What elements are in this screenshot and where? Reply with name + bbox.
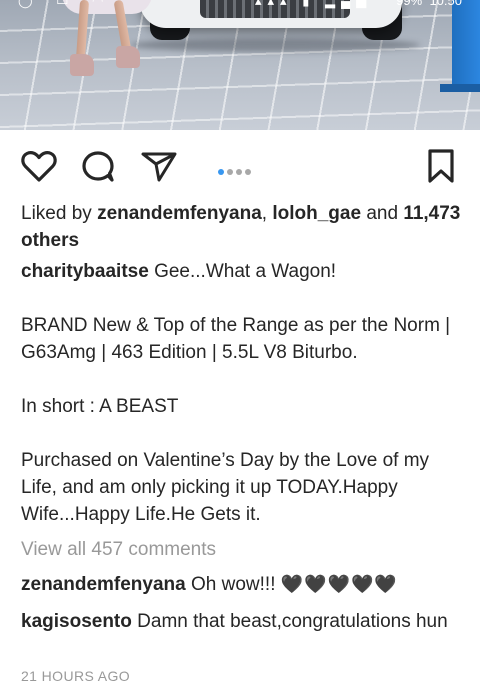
post-caption: charitybaaitse Gee...What a Wagon! BRAND… xyxy=(21,258,461,528)
clock: 10:50 xyxy=(429,0,462,8)
caption-line: In short : A BEAST xyxy=(21,396,179,417)
notification-icons: ◯ ▭ ◠ xyxy=(18,0,114,8)
liker-username[interactable]: zenandemfenyana xyxy=(97,203,262,224)
heart-outline-icon[interactable] xyxy=(19,146,59,186)
bookmark-icon[interactable] xyxy=(421,146,461,186)
carousel-dot xyxy=(245,168,251,175)
post-action-bar xyxy=(0,146,480,186)
black-heart-emoji: 🖤🖤🖤🖤🖤 xyxy=(280,574,398,594)
view-all-comments-link[interactable]: View all 457 comments xyxy=(21,536,461,563)
likes-prefix: Liked by xyxy=(21,203,92,224)
shoe-left xyxy=(70,54,94,76)
blue-pillar xyxy=(452,0,480,90)
paper-plane-icon[interactable] xyxy=(139,146,179,186)
comment-username[interactable]: kagisosento xyxy=(21,611,132,632)
carousel-dot xyxy=(236,168,242,175)
comment-item: kagisosento Damn that beast,congratulati… xyxy=(21,608,461,635)
carousel-indicator xyxy=(218,163,254,175)
signal-icons: ▴▴▴ ▮ ▂▄▆ xyxy=(255,0,373,8)
comment-item: zenandemfenyana Oh wow!!! 🖤🖤🖤🖤🖤 xyxy=(21,571,461,598)
car-shadow xyxy=(130,38,420,52)
shoe-right xyxy=(116,46,140,68)
comment-bubble-icon[interactable] xyxy=(78,146,118,186)
author-username[interactable]: charitybaaitse xyxy=(21,261,149,282)
likes-separator: , xyxy=(261,203,268,224)
carousel-dot xyxy=(227,168,233,175)
comment-text: Damn that beast,congratulations hun xyxy=(137,611,448,632)
caption-line: BRAND New & Top of the Range as per the … xyxy=(21,315,451,363)
battery-percent: 99% xyxy=(396,0,423,8)
caption-line: Purchased on Valentine’s Day by the Love… xyxy=(21,450,430,525)
comment-text: Oh wow!!! xyxy=(191,574,276,595)
caption-line: Gee...What a Wagon! xyxy=(154,261,337,282)
post-timestamp: 21 HOURS AGO xyxy=(21,668,131,684)
blue-pillar-base xyxy=(440,84,480,92)
post-photo[interactable]: ◯ ▭ ◠ ▴▴▴ ▮ ▂▄▆ 99% 10:50 xyxy=(0,0,480,130)
comment-username[interactable]: zenandemfenyana xyxy=(21,574,186,595)
liker-username[interactable]: loloh_gae xyxy=(272,203,361,224)
likes-conjunction: and xyxy=(366,203,399,224)
likes-summary: Liked by zenandemfenyana, loloh_gae and … xyxy=(21,200,461,254)
status-bar: ◯ ▭ ◠ ▴▴▴ ▮ ▂▄▆ 99% 10:50 xyxy=(0,0,480,12)
carousel-dot xyxy=(218,168,224,175)
